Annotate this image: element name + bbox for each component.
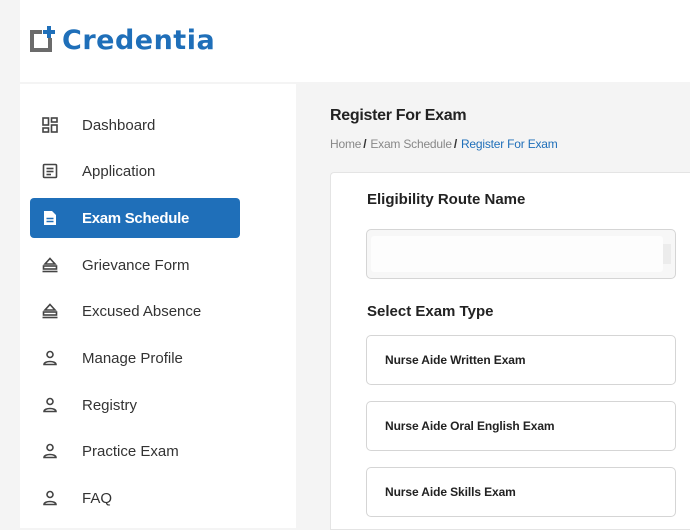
exam-type-label: Select Exam Type — [367, 303, 494, 320]
credentia-logo-icon — [28, 24, 60, 56]
person-icon — [40, 395, 60, 415]
breadcrumb-current: Register For Exam — [460, 137, 558, 151]
breadcrumb-separator: / — [363, 137, 367, 151]
sidebar-item-practice-exam[interactable]: Practice Exam — [30, 431, 240, 471]
sidebar: Dashboard Application Exam Schedule Grie… — [20, 84, 296, 528]
sidebar-item-manage-profile[interactable]: Manage Profile — [30, 338, 240, 378]
breadcrumb-home[interactable]: Home — [330, 137, 361, 151]
dashboard-icon — [40, 115, 60, 135]
sidebar-item-label: Manage Profile — [82, 349, 183, 367]
eligibility-route-label: Eligibility Route Name — [367, 191, 526, 208]
sidebar-item-exam-schedule[interactable]: Exam Schedule — [30, 198, 240, 238]
register-form-card: Eligibility Route Name Select Exam Type … — [330, 172, 690, 530]
exam-option-label: Nurse Aide Oral English Exam — [385, 419, 555, 433]
sidebar-item-label: Dashboard — [82, 116, 156, 134]
breadcrumb-separator: / — [453, 137, 457, 151]
eligibility-route-field[interactable] — [366, 229, 676, 279]
brand-logo[interactable]: Credentia — [28, 24, 215, 56]
sidebar-item-excused-absence[interactable]: Excused Absence — [30, 291, 240, 331]
person-icon — [40, 488, 60, 508]
exam-option-oral-english[interactable]: Nurse Aide Oral English Exam — [366, 401, 676, 451]
sidebar-item-label: Exam Schedule — [82, 209, 189, 227]
exam-option-written[interactable]: Nurse Aide Written Exam — [366, 335, 676, 385]
sidebar-item-label: Application — [82, 162, 156, 180]
sidebar-item-label: FAQ — [82, 489, 113, 507]
breadcrumb: Home / Exam Schedule / Register For Exam — [330, 137, 558, 151]
field-edge — [663, 244, 671, 264]
sidebar-item-label: Excused Absence — [82, 302, 202, 320]
stamp-icon — [40, 301, 60, 321]
exam-option-label: Nurse Aide Written Exam — [385, 353, 526, 367]
sidebar-item-application[interactable]: Application — [30, 151, 240, 191]
sidebar-item-grievance-form[interactable]: Grievance Form — [30, 245, 240, 285]
brand-name: Credentia — [62, 24, 216, 56]
stamp-icon — [40, 255, 60, 275]
top-bar: Credentia — [20, 0, 690, 82]
person-icon — [40, 348, 60, 368]
breadcrumb-exam-schedule[interactable]: Exam Schedule — [370, 137, 452, 151]
sidebar-item-label: Grievance Form — [82, 256, 190, 274]
document-list-icon — [40, 161, 60, 181]
exam-option-skills[interactable]: Nurse Aide Skills Exam — [366, 467, 676, 517]
page-title: Register For Exam — [330, 107, 467, 124]
sidebar-item-registry[interactable]: Registry — [30, 385, 240, 425]
sidebar-item-label: Practice Exam — [82, 442, 179, 460]
exam-option-label: Nurse Aide Skills Exam — [385, 485, 516, 499]
sidebar-item-dashboard[interactable]: Dashboard — [30, 105, 240, 145]
sidebar-item-faq[interactable]: FAQ — [30, 478, 240, 518]
person-icon — [40, 441, 60, 461]
sidebar-item-label: Registry — [82, 396, 138, 414]
eligibility-route-value — [371, 236, 663, 272]
main-content: Register For Exam Home / Exam Schedule / Reg… — [298, 84, 690, 530]
file-icon — [40, 208, 60, 228]
